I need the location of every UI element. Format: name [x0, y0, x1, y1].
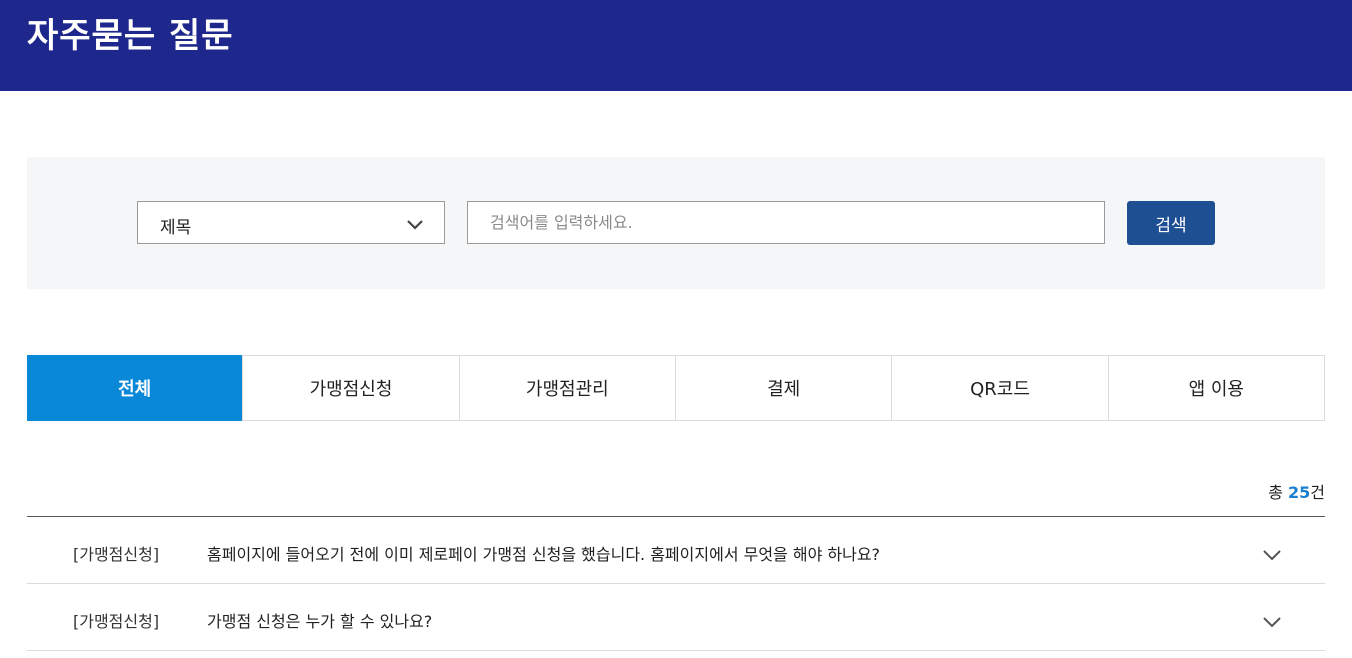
count-prefix: 총 [1268, 483, 1288, 502]
search-type-value: 제목 [160, 218, 192, 238]
tab-all[interactable]: 전체 [27, 355, 243, 421]
faq-category: [가맹점신청] [73, 612, 160, 631]
tab-qr-code[interactable]: QR코드 [891, 356, 1108, 420]
page-header: 자주묻는 질문 [0, 0, 1352, 91]
faq-item[interactable]: [가맹점신청] 가맹점 신청은 누가 할 수 있나요? [27, 584, 1325, 651]
category-tabs: 전체 가맹점신청 가맹점관리 결제 QR코드 앱 이용 [27, 355, 1325, 421]
count-suffix: 건 [1310, 483, 1325, 502]
search-input[interactable] [467, 201, 1105, 244]
tab-app-usage[interactable]: 앱 이용 [1107, 356, 1324, 420]
tab-merchant-application[interactable]: 가맹점신청 [242, 356, 459, 420]
search-panel: 제목 검색 [27, 157, 1325, 289]
chevron-down-icon [407, 220, 423, 230]
faq-list: [가맹점신청] 홈페이지에 들어오기 전에 이미 제로페이 가맹점 신청을 했습… [27, 516, 1325, 651]
faq-question: 홈페이지에 들어오기 전에 이미 제로페이 가맹점 신청을 했습니다. 홈페이지… [207, 545, 881, 564]
total-count: 총 25건 [1268, 479, 1325, 503]
chevron-down-icon[interactable] [1262, 545, 1282, 565]
tab-merchant-management[interactable]: 가맹점관리 [458, 356, 675, 420]
faq-category: [가맹점신청] [73, 545, 160, 564]
faq-question: 가맹점 신청은 누가 할 수 있나요? [207, 612, 433, 631]
count-number: 25 [1288, 483, 1311, 502]
search-type-select[interactable]: 제목 [137, 201, 445, 244]
page-title: 자주묻는 질문 [27, 16, 234, 56]
search-button[interactable]: 검색 [1127, 201, 1215, 245]
chevron-down-icon[interactable] [1262, 612, 1282, 632]
faq-item[interactable]: [가맹점신청] 홈페이지에 들어오기 전에 이미 제로페이 가맹점 신청을 했습… [27, 517, 1325, 584]
tab-payment[interactable]: 결제 [674, 356, 892, 420]
